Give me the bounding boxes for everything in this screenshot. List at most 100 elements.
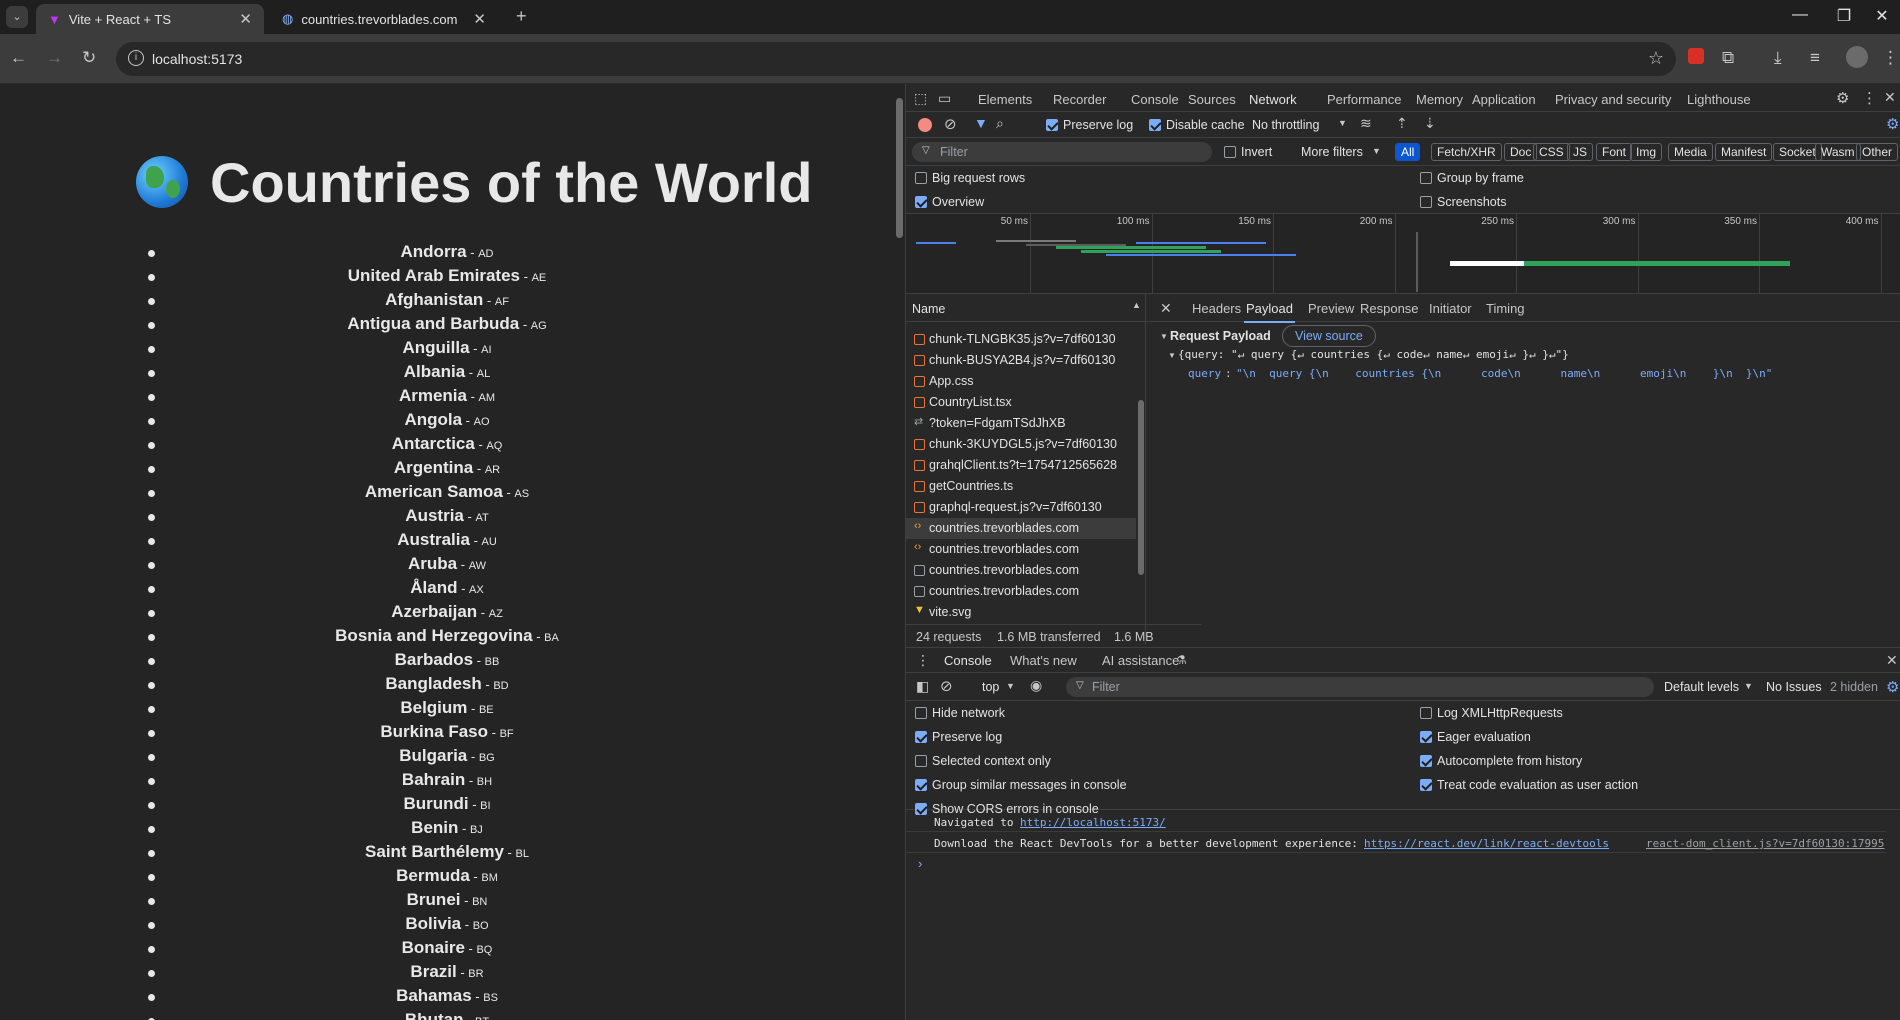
console-filter-input[interactable]: ▽ Filter [1066, 677, 1654, 697]
react-devtools-link[interactable]: https://react.dev/link/react-devtools [1364, 837, 1609, 850]
log-levels-dropdown[interactable]: Default levels [1664, 680, 1739, 694]
more-filters-dropdown[interactable]: More filters [1301, 145, 1363, 159]
throttling-select[interactable]: No throttling [1252, 118, 1319, 132]
hide-network-checkbox[interactable] [915, 707, 927, 719]
bookmark-star-icon[interactable]: ☆ [1648, 48, 1664, 69]
type-filter-js[interactable]: JS [1567, 143, 1594, 161]
menu-more-icon[interactable]: ⋮ [1882, 48, 1899, 68]
drawer-tab-ai-assistance[interactable]: AI assistance [1102, 653, 1179, 668]
name-column-header[interactable]: Name ▲ [906, 294, 1146, 322]
navigated-url-link[interactable]: http://localhost:5173/ [1020, 816, 1166, 829]
browser-tab[interactable]: ◍ countries.trevorblades.com ✕ [270, 4, 498, 34]
autocomplete-from-history-checkbox[interactable] [1420, 755, 1432, 767]
overview-checkbox[interactable] [915, 196, 927, 208]
source-location-link[interactable]: react-dom_client.js?v=7df60130:17995 [1646, 837, 1884, 850]
new-tab-button[interactable]: + [516, 6, 527, 27]
live-expression-eye-icon[interactable]: ◉ [1030, 677, 1042, 694]
export-har-icon[interactable]: ⇣ [1424, 115, 1436, 132]
inspect-element-icon[interactable]: ⬚ [914, 90, 927, 107]
request-row[interactable]: chunk-BUSYA2B4.js?v=7df60130 [906, 350, 1136, 371]
expand-triangle-icon[interactable]: ▼ [1160, 332, 1168, 341]
drawer-tab-console[interactable]: Console [942, 653, 994, 675]
extensions-puzzle-icon[interactable]: ⧉ [1722, 48, 1734, 68]
console-prompt-chevron-icon[interactable]: › [918, 856, 922, 871]
filter-funnel-icon[interactable]: ▼ [974, 115, 988, 131]
request-row[interactable]: ‹› countries.trevorblades.com [906, 539, 1136, 560]
type-filter-img[interactable]: Img [1630, 143, 1663, 161]
view-source-button[interactable]: View source [1282, 325, 1376, 347]
back-arrow-icon[interactable]: ← [10, 48, 27, 68]
profile-avatar-icon[interactable] [1846, 46, 1868, 68]
more-options-icon[interactable]: ⋮ [1862, 89, 1877, 107]
filter-input[interactable]: ▽ Filter [912, 142, 1212, 162]
devtools-tab-sources[interactable]: Sources [1188, 92, 1236, 107]
devtools-tab-performance[interactable]: Performance [1327, 92, 1401, 107]
console-settings-gear-icon[interactable]: ⚙ [1886, 678, 1899, 696]
group-by-frame-checkbox[interactable] [1420, 172, 1432, 184]
preserve-log-checkbox[interactable] [915, 731, 927, 743]
type-filter-manifest[interactable]: Manifest [1715, 143, 1773, 161]
extension-red-icon[interactable] [1688, 48, 1704, 64]
sidebar-toggle-icon[interactable]: ◧ [916, 678, 929, 695]
big-request-rows-checkbox[interactable] [915, 172, 927, 184]
type-filter-other[interactable]: Other [1856, 143, 1899, 161]
request-list-scrollbar[interactable] [1137, 330, 1145, 620]
drawer-tab-what-s-new[interactable]: What's new [1010, 653, 1077, 668]
invert-checkbox[interactable] [1224, 146, 1236, 158]
eager-evaluation-checkbox[interactable] [1420, 731, 1432, 743]
scrollbar-thumb[interactable] [896, 98, 903, 238]
type-filter-fetch-xhr[interactable]: Fetch/XHR [1431, 143, 1502, 161]
request-row[interactable]: countries.trevorblades.com [906, 581, 1136, 602]
drawer-menu-icon[interactable]: ⋮ [916, 652, 930, 669]
group-similar-messages-in-console-checkbox[interactable] [915, 779, 927, 791]
devtools-tab-privacy-and-security[interactable]: Privacy and security [1555, 92, 1671, 107]
disable-cache-checkbox[interactable] [1149, 119, 1161, 131]
request-row[interactable]: App.css [906, 371, 1136, 392]
type-filter-font[interactable]: Font [1596, 143, 1633, 161]
close-window-icon[interactable]: ✕ [1860, 6, 1900, 26]
request-row[interactable]: getCountries.ts [906, 476, 1136, 497]
network-settings-gear-icon[interactable]: ⚙ [1886, 115, 1899, 133]
request-row[interactable]: ‹› countries.trevorblades.com [906, 518, 1136, 539]
request-row[interactable]: countries.trevorblades.com [906, 560, 1136, 581]
minimize-window-icon[interactable]: — [1778, 6, 1822, 24]
log-xmlhttprequests-checkbox[interactable] [1420, 707, 1432, 719]
issues-count[interactable]: No Issues [1766, 680, 1822, 694]
record-stop-icon[interactable] [918, 118, 932, 132]
details-tab-preview[interactable]: Preview [1308, 301, 1354, 316]
reload-icon[interactable]: ↻ [82, 48, 96, 68]
details-tab-payload[interactable]: Payload [1244, 301, 1295, 323]
selected-context-only-checkbox[interactable] [915, 755, 927, 767]
browser-tab-active[interactable]: ▼ Vite + React + TS ✕ [36, 4, 264, 34]
devtools-tab-application[interactable]: Application [1472, 92, 1536, 107]
details-tab-timing[interactable]: Timing [1486, 301, 1525, 316]
screenshots-checkbox[interactable] [1420, 196, 1432, 208]
page-scrollbar[interactable] [894, 84, 905, 1020]
treat-code-evaluation-as-user-action-checkbox[interactable] [1420, 779, 1432, 791]
devtools-tab-elements[interactable]: Elements [978, 92, 1032, 107]
clear-icon[interactable]: ⊘ [944, 115, 957, 133]
close-details-icon[interactable]: ✕ [1160, 300, 1172, 317]
tab-search-button[interactable]: ⌄ [6, 6, 28, 28]
devtools-tab-recorder[interactable]: Recorder [1053, 92, 1106, 107]
request-row[interactable]: graphql-request.js?v=7df60130 [906, 497, 1136, 518]
devtools-tab-console[interactable]: Console [1131, 92, 1179, 107]
download-icon[interactable]: ⤓ [1774, 48, 1782, 68]
preserve-log-checkbox[interactable] [1046, 119, 1058, 131]
close-tab-icon[interactable]: ✕ [239, 10, 252, 28]
request-row[interactable]: chunk-3KUYDGL5.js?v=7df60130 [906, 434, 1136, 455]
media-control-icon[interactable]: ≡ [1810, 48, 1820, 68]
request-row[interactable]: ⇄ ?token=FdgamTSdJhXB [906, 413, 1136, 434]
devtools-tab-network[interactable]: Network [1247, 92, 1299, 114]
address-bar[interactable]: i localhost:5173 ☆ [116, 42, 1676, 76]
expand-triangle-icon[interactable]: ▼ [1168, 351, 1176, 360]
request-row[interactable]: chunk-TLNGBK35.js?v=7df60130 [906, 329, 1136, 350]
type-filter-css[interactable]: CSS [1533, 143, 1570, 161]
type-filter-wasm[interactable]: Wasm [1815, 143, 1861, 161]
details-tab-initiator[interactable]: Initiator [1429, 301, 1472, 316]
close-drawer-icon[interactable]: ✕ [1886, 652, 1898, 669]
settings-gear-icon[interactable]: ⚙ [1836, 89, 1849, 107]
search-icon[interactable]: ⌕ [996, 115, 1004, 132]
device-toolbar-icon[interactable]: ▭ [938, 90, 951, 107]
close-tab-icon[interactable]: ✕ [473, 10, 486, 28]
